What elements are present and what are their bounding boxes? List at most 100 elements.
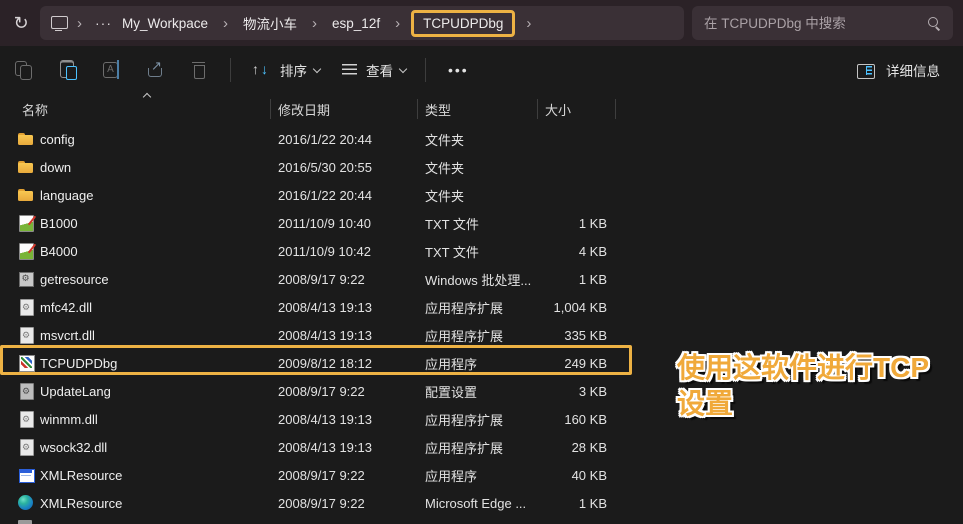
file-date-modified: 2009/8/12 18:12 xyxy=(270,356,417,371)
file-type: 应用程序 xyxy=(417,466,537,485)
address-bar[interactable]: ··· My_Workpace 物流小车 esp_12f TCPUDPDbg xyxy=(40,6,684,40)
file-name: TCPUDPDbg xyxy=(40,356,270,371)
file-type: Windows 批处理... xyxy=(417,270,537,289)
breadcrumb: My_Workpace 物流小车 esp_12f TCPUDPDbg xyxy=(116,10,540,37)
toolbar-divider xyxy=(230,58,231,82)
column-divider[interactable] xyxy=(270,99,271,119)
column-headers: 名称 修改日期 类型 大小 xyxy=(0,93,963,125)
column-header-date[interactable]: 修改日期 xyxy=(270,100,417,119)
file-date-modified: 2016/1/22 20:44 xyxy=(270,188,417,203)
folder-icon xyxy=(18,159,34,175)
file-row-config[interactable]: config2016/1/22 20:44文件夹 xyxy=(0,125,963,153)
breadcrumb-item-esp_12f[interactable]: esp_12f xyxy=(326,13,386,34)
bat-icon xyxy=(18,271,34,287)
file-name: XMLResource xyxy=(40,496,270,511)
file-date-modified: 2008/9/17 9:22 xyxy=(270,468,417,483)
file-name: B1000 xyxy=(40,216,270,231)
exe-icon xyxy=(18,355,34,371)
file-size: 1 KB xyxy=(537,216,607,231)
file-name: config xyxy=(40,132,270,147)
file-row-getresource[interactable]: getresource2008/9/17 9:22Windows 批处理...1… xyxy=(0,265,963,293)
file-name: UpdateLang xyxy=(40,384,270,399)
file-row-msvcrt.dll[interactable]: msvcrt.dll2008/4/13 19:13应用程序扩展335 KB xyxy=(0,321,963,349)
file-type: 应用程序 xyxy=(417,354,537,373)
paste-icon xyxy=(56,58,80,82)
file-type: 应用程序扩展 xyxy=(417,298,537,317)
ini-icon xyxy=(18,383,34,399)
file-row-B4000[interactable]: B40002011/10/9 10:42TXT 文件4 KB xyxy=(0,237,963,265)
file-row-XMLResource[interactable]: XMLResource2008/9/17 9:22Microsoft Edge … xyxy=(0,489,963,517)
file-row-wsock32.dll[interactable]: wsock32.dll2008/4/13 19:13应用程序扩展28 KB xyxy=(0,433,963,461)
dll-icon xyxy=(18,327,34,343)
file-name: msvcrt.dll xyxy=(40,328,270,343)
chevron-right-icon xyxy=(517,16,540,31)
file-row-language[interactable]: language2016/1/22 20:44文件夹 xyxy=(0,181,963,209)
copy-button[interactable] xyxy=(12,58,36,82)
search-input[interactable] xyxy=(704,16,927,31)
share-icon xyxy=(144,58,168,82)
file-date-modified: 2008/9/17 9:22 xyxy=(270,496,417,511)
rename-button[interactable] xyxy=(100,58,124,82)
file-date-modified: 2008/9/17 9:22 xyxy=(270,384,417,399)
file-size: 1 KB xyxy=(537,496,607,511)
dll-icon xyxy=(18,299,34,315)
file-date-modified: 2008/4/13 19:13 xyxy=(270,440,417,455)
sort-label: 排序 xyxy=(280,60,307,80)
file-list: 名称 修改日期 类型 大小 config2016/1/22 20:44文件夹do… xyxy=(0,93,963,517)
column-divider[interactable] xyxy=(537,99,538,119)
file-size: 4 KB xyxy=(537,244,607,259)
breadcrumb-item-物流小车[interactable]: 物流小车 xyxy=(237,10,303,36)
details-pane-label: 详细信息 xyxy=(886,60,940,80)
this-pc-icon[interactable] xyxy=(50,15,68,31)
file-row-mfc42.dll[interactable]: mfc42.dll2008/4/13 19:13应用程序扩展1,004 KB xyxy=(0,293,963,321)
file-size: 249 KB xyxy=(537,356,607,371)
paste-button[interactable] xyxy=(56,58,80,82)
chevron-down-icon xyxy=(398,65,407,74)
annotation-line2: 设置 xyxy=(677,386,963,422)
folder-icon xyxy=(18,131,34,147)
file-type: 文件夹 xyxy=(417,130,537,149)
file-row-XMLResource[interactable]: XMLResource2008/9/17 9:22应用程序40 KB xyxy=(0,461,963,489)
file-size: 1,004 KB xyxy=(537,300,607,315)
column-divider[interactable] xyxy=(615,99,616,119)
refresh-icon[interactable] xyxy=(6,8,36,38)
column-header-type[interactable]: 类型 xyxy=(417,100,537,119)
breadcrumb-item-My_Workpace[interactable]: My_Workpace xyxy=(116,13,214,34)
sort-button[interactable]: 排序 xyxy=(251,58,321,82)
details-pane-button[interactable]: 详细信息 xyxy=(855,58,945,82)
column-header-name[interactable]: 名称 xyxy=(0,100,270,119)
file-size: 28 KB xyxy=(537,440,607,455)
breadcrumb-item-TCPUDPDbg[interactable]: TCPUDPDbg xyxy=(411,10,515,37)
search-icon[interactable] xyxy=(927,16,941,30)
details-pane-icon xyxy=(855,58,879,82)
more-options-button[interactable]: ••• xyxy=(448,62,469,78)
file-type: 配置设置 xyxy=(417,382,537,401)
file-name: mfc42.dll xyxy=(40,300,270,315)
rename-icon xyxy=(100,58,124,82)
edge-icon xyxy=(18,495,34,511)
column-divider[interactable] xyxy=(417,99,418,119)
file-row-down[interactable]: down2016/5/30 20:55文件夹 xyxy=(0,153,963,181)
column-header-size[interactable]: 大小 xyxy=(537,100,607,119)
file-type: TXT 文件 xyxy=(417,242,537,261)
view-label: 查看 xyxy=(366,60,393,80)
search-box[interactable] xyxy=(692,6,953,40)
dll-icon xyxy=(18,439,34,455)
delete-button[interactable] xyxy=(188,58,212,82)
title-bar: ··· My_Workpace 物流小车 esp_12f TCPUDPDbg xyxy=(0,0,963,46)
txt-icon xyxy=(18,215,34,231)
file-name: wsock32.dll xyxy=(40,440,270,455)
view-button[interactable]: 查看 xyxy=(341,58,407,82)
partially-visible-file-icon xyxy=(18,520,32,524)
share-button[interactable] xyxy=(144,58,168,82)
chevron-right-icon[interactable] xyxy=(68,16,91,31)
file-type: 应用程序扩展 xyxy=(417,410,537,429)
breadcrumb-overflow[interactable]: ··· xyxy=(91,15,116,31)
file-date-modified: 2008/4/13 19:13 xyxy=(270,412,417,427)
file-date-modified: 2008/9/17 9:22 xyxy=(270,272,417,287)
annotation-line1: 使用这软件进行TCP xyxy=(677,350,963,386)
file-row-B1000[interactable]: B10002011/10/9 10:40TXT 文件1 KB xyxy=(0,209,963,237)
copy-icon xyxy=(12,58,36,82)
file-date-modified: 2008/4/13 19:13 xyxy=(270,328,417,343)
file-size: 40 KB xyxy=(537,468,607,483)
